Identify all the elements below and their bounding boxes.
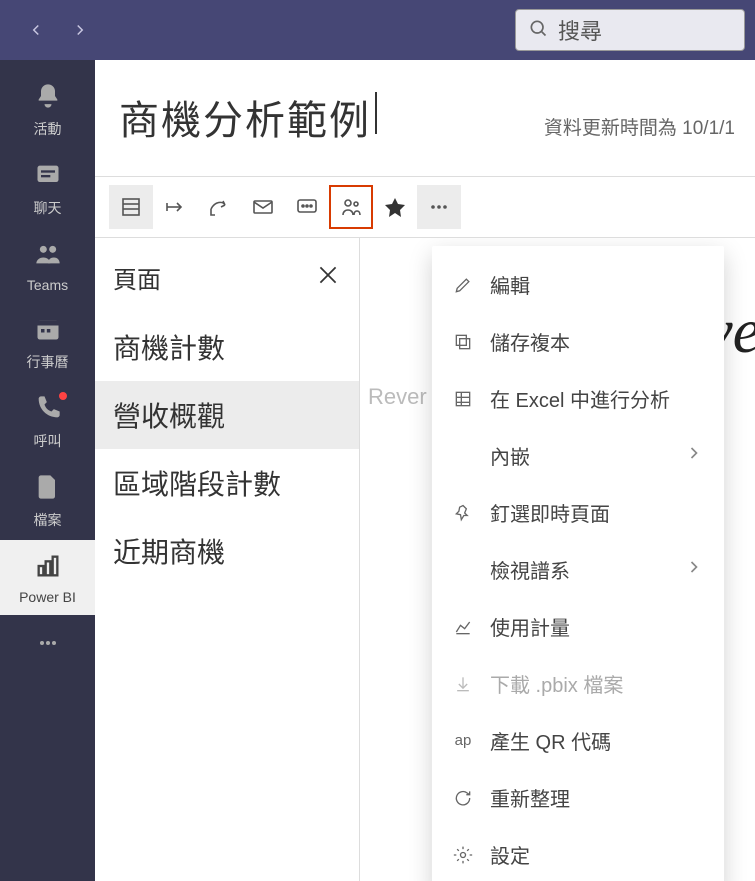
nav-forward-button[interactable] bbox=[62, 12, 98, 48]
excel-icon bbox=[452, 389, 474, 409]
menu-item-label: 重新整理 bbox=[490, 783, 704, 812]
pencil-icon bbox=[452, 275, 474, 295]
rail-item-chat[interactable]: 聊天 bbox=[0, 149, 95, 228]
rail-label: Power BI bbox=[19, 589, 76, 605]
refresh-icon bbox=[452, 788, 474, 808]
search-placeholder: 搜尋 bbox=[558, 14, 602, 46]
toolbar-more-button[interactable] bbox=[417, 185, 461, 229]
powerbi-icon bbox=[34, 552, 62, 585]
menu-item-usage-metrics[interactable]: 使用計量 bbox=[432, 598, 724, 655]
chevron-right-icon bbox=[684, 443, 704, 468]
chat-icon bbox=[34, 161, 62, 194]
menu-item-generate-qr[interactable]: ap 產生 QR 代碼 bbox=[432, 712, 724, 769]
toolbar-comment-button[interactable] bbox=[285, 185, 329, 229]
chart-icon bbox=[452, 617, 474, 637]
search-icon bbox=[528, 18, 548, 43]
rail-item-teams[interactable]: Teams bbox=[0, 228, 95, 303]
menu-item-lineage[interactable]: 檢視譜系 bbox=[432, 541, 724, 598]
download-icon bbox=[452, 674, 474, 694]
rail-label: 行事曆 bbox=[27, 352, 69, 372]
pin-icon bbox=[452, 503, 474, 523]
rail-label: Teams bbox=[27, 277, 68, 293]
menu-item-save-copy[interactable]: 儲存複本 bbox=[432, 313, 724, 370]
close-panel-button[interactable] bbox=[315, 262, 341, 293]
text-cursor-icon bbox=[375, 92, 377, 134]
rail-item-powerbi[interactable]: Power BI bbox=[0, 540, 95, 615]
page-list-item[interactable]: 營收概觀 bbox=[95, 381, 359, 449]
toolbar-mail-button[interactable] bbox=[241, 185, 285, 229]
toolbar-favorite-button[interactable] bbox=[373, 185, 417, 229]
rail-item-calendar[interactable]: 行事曆 bbox=[0, 303, 95, 382]
page-list-item[interactable]: 商機計數 bbox=[95, 313, 359, 381]
menu-item-settings[interactable]: 設定 bbox=[432, 826, 724, 881]
top-bar: 搜尋 bbox=[0, 0, 755, 60]
rail-label: 檔案 bbox=[34, 510, 62, 530]
menu-item-embed[interactable]: 內嵌 bbox=[432, 427, 724, 484]
rail-item-files[interactable]: 檔案 bbox=[0, 461, 95, 540]
report-bg-text: Rever bbox=[368, 384, 427, 410]
page-list-item[interactable]: 近期商機 bbox=[95, 517, 359, 585]
rail-label: 呼叫 bbox=[34, 431, 62, 451]
main-area: 商機分析範例 資料更新時間為 10/1/1 bbox=[95, 60, 755, 881]
toolbar-teams-share-button[interactable] bbox=[329, 185, 373, 229]
rail-label: 活動 bbox=[34, 119, 62, 139]
pages-panel-title: 頁面 bbox=[113, 260, 161, 295]
menu-item-label: 產生 QR 代碼 bbox=[490, 726, 704, 755]
page-title: 商機分析範例 bbox=[119, 88, 371, 146]
toolbar-expand-button[interactable] bbox=[153, 185, 197, 229]
menu-item-label: 下載 .pbix 檔案 bbox=[490, 669, 704, 698]
gear-icon bbox=[452, 845, 474, 865]
chevron-right-icon bbox=[684, 557, 704, 582]
menu-item-label: 編輯 bbox=[490, 270, 704, 299]
copy-icon bbox=[452, 332, 474, 352]
search-box[interactable]: 搜尋 bbox=[515, 9, 745, 51]
menu-item-analyze-excel[interactable]: 在 Excel 中進行分析 bbox=[432, 370, 724, 427]
menu-item-download-pbix: 下載 .pbix 檔案 bbox=[432, 655, 724, 712]
menu-item-pin[interactable]: 釘選即時頁面 bbox=[432, 484, 724, 541]
menu-item-label: 儲存複本 bbox=[490, 327, 704, 356]
report-canvas: ve Rever 編輯 儲存複本 bbox=[360, 238, 755, 881]
more-actions-menu: 編輯 儲存複本 在 Excel 中進行分析 bbox=[432, 246, 724, 881]
pages-panel: 頁面 商機計數 營收概觀 區域階段計數 近期商機 bbox=[95, 238, 360, 881]
menu-item-label: 設定 bbox=[490, 840, 704, 869]
file-icon bbox=[34, 473, 62, 506]
calendar-icon bbox=[34, 315, 62, 348]
menu-item-refresh[interactable]: 重新整理 bbox=[432, 769, 724, 826]
qr-icon: ap bbox=[452, 732, 474, 749]
notification-dot-icon bbox=[57, 390, 69, 402]
rail-more-button[interactable] bbox=[0, 615, 95, 671]
bell-icon bbox=[34, 82, 62, 115]
rail-item-activity[interactable]: 活動 bbox=[0, 70, 95, 149]
toolbar-share-button[interactable] bbox=[197, 185, 241, 229]
rail-label: 聊天 bbox=[34, 198, 62, 218]
report-toolbar bbox=[95, 176, 755, 238]
menu-item-label: 內嵌 bbox=[490, 441, 668, 470]
menu-item-edit[interactable]: 編輯 bbox=[432, 256, 724, 313]
page-list-item[interactable]: 區域階段計數 bbox=[95, 449, 359, 517]
menu-item-label: 釘選即時頁面 bbox=[490, 498, 704, 527]
menu-item-label: 在 Excel 中進行分析 bbox=[490, 384, 704, 413]
menu-item-label: 使用計量 bbox=[490, 612, 704, 641]
menu-item-label: 檢視譜系 bbox=[490, 555, 668, 584]
nav-back-button[interactable] bbox=[18, 12, 54, 48]
refresh-note: 資料更新時間為 10/1/1 bbox=[544, 113, 735, 140]
app-rail: 活動 聊天 Teams 行事曆 呼叫 bbox=[0, 60, 95, 881]
toolbar-pages-button[interactable] bbox=[109, 185, 153, 229]
teams-icon bbox=[34, 240, 62, 273]
rail-item-calls[interactable]: 呼叫 bbox=[0, 382, 95, 461]
